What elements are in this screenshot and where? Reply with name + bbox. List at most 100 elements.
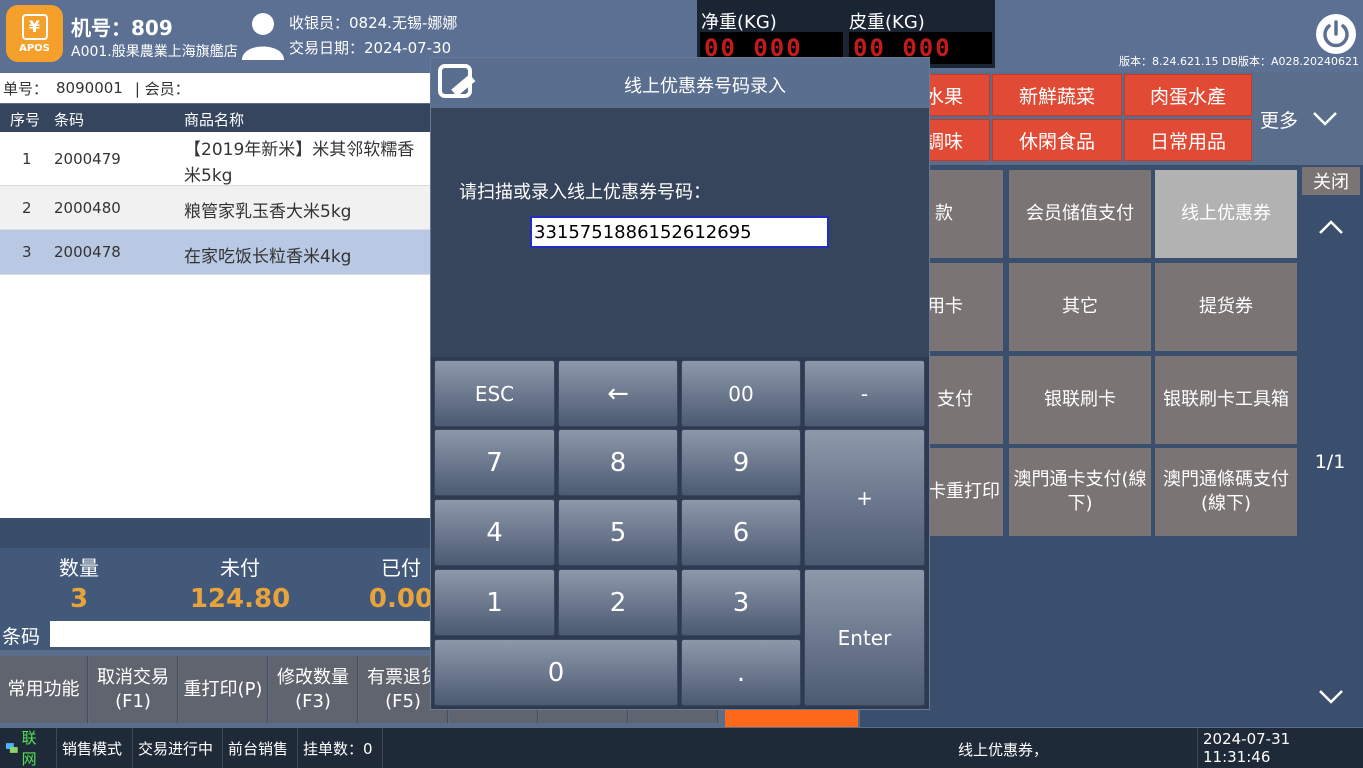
cashier-info: 收银员：0824.无锡-娜娜 — [289, 14, 458, 32]
plus-key[interactable]: + — [804, 429, 925, 566]
payment-label: 会员储值支付 — [1026, 203, 1134, 224]
item-table-header: 序号 条码 商品名称 — [0, 104, 432, 132]
table-row-selected[interactable]: 3 2000478 在家吃饭长粒香米4kg — [0, 230, 432, 275]
decimal-key[interactable]: . — [681, 639, 801, 706]
backspace-key[interactable]: ← — [558, 360, 678, 427]
datetime: 2024-07-31 11:31:46 — [1197, 728, 1363, 768]
category-label: 調味 — [924, 130, 963, 153]
payment-macau-pass-barcode[interactable]: 澳門通條碼支付(線下) — [1155, 448, 1297, 536]
payment-label: 用卡 — [927, 296, 963, 317]
payment-other[interactable]: 其它 — [1009, 263, 1151, 351]
key-6[interactable]: 6 — [681, 499, 801, 566]
category-snacks[interactable]: 休閑食品 — [992, 119, 1122, 161]
barcode-label: 条码 — [2, 626, 41, 648]
fbtn-label: 重打印(P) — [183, 678, 263, 700]
payment-label: 款 — [935, 203, 953, 224]
category-meat-egg[interactable]: 肉蛋水產 — [1124, 74, 1252, 116]
key-4[interactable]: 4 — [434, 499, 555, 566]
table-row[interactable]: 1 2000479 【2019年新米】米其邻软糯香 米5kg — [0, 132, 432, 186]
numeric-keypad: ESC ← 00 - 7 8 9 + 4 5 6 1 2 3 Enter 0 . — [431, 357, 929, 709]
order-info-bar: 单号： 8090001 | 会员： — [0, 73, 432, 103]
payment-unionpay-toolbox[interactable]: 银联刷卡工具箱 — [1155, 356, 1297, 444]
unpaid-label: 未付 — [220, 556, 260, 580]
double-zero-key[interactable]: 00 — [681, 360, 801, 427]
fbtn-key: (F3) — [295, 690, 331, 712]
fbtn-label: 取消交易 — [97, 666, 169, 688]
category-vegetables[interactable]: 新鮮蔬菜 — [992, 74, 1122, 116]
totals-panel: 数量 3 未付 124.80 已付 0.00 — [0, 548, 433, 618]
more-categories-button[interactable]: 更多 — [1260, 106, 1298, 133]
payment-member-stored-value[interactable]: 会员储值支付 — [1009, 170, 1151, 258]
version-info: 版本：8.24.621.15 DB版本：A028.20240621 — [1119, 55, 1359, 68]
close-button[interactable]: 关闭 — [1302, 167, 1360, 195]
status-bar: 联网 销售模式 交易进行中 前台销售 挂单数：0 线上优惠券， 2024-07-… — [0, 728, 1363, 768]
payment-label: 支付 — [937, 389, 973, 410]
dialog-title-bar: 线上优惠券号码录入 — [431, 58, 929, 108]
key-2[interactable]: 2 — [558, 569, 678, 636]
logo-text: APOS — [19, 42, 50, 54]
category-daily[interactable]: 日常用品 — [1124, 119, 1252, 161]
fbtn-label: 修改数量 — [277, 666, 349, 688]
fbtn-label: 常用功能 — [7, 678, 80, 700]
barcode-input[interactable] — [50, 621, 432, 647]
network-icon — [5, 743, 18, 753]
row-barcode: 2000479 — [54, 150, 121, 168]
key-1[interactable]: 1 — [434, 569, 555, 636]
payment-unionpay[interactable]: 银联刷卡 — [1009, 356, 1151, 444]
qty-label: 数量 — [59, 556, 99, 580]
row-name: 粮管家乳玉香大米5kg — [184, 202, 352, 222]
common-functions-button[interactable]: 常用功能 — [0, 656, 88, 723]
pager-column — [1300, 165, 1363, 727]
barcode-row: 条码 — [0, 618, 432, 650]
chevron-down-icon[interactable] — [1318, 688, 1344, 706]
table-row[interactable]: 2 2000480 粮管家乳玉香大米5kg — [0, 186, 432, 230]
payment-macau-pass-card[interactable]: 澳門通卡支付(線下) — [1009, 448, 1151, 536]
chevron-down-icon[interactable] — [1312, 108, 1338, 128]
row-name: 在家吃饭长粒香米4kg — [184, 247, 352, 267]
enter-key[interactable]: Enter — [804, 569, 925, 706]
reprint-button[interactable]: 重打印(P) — [179, 656, 268, 723]
chevron-up-icon[interactable] — [1318, 218, 1344, 236]
payment-online-coupon[interactable]: 线上优惠券 — [1155, 170, 1297, 258]
esc-key[interactable]: ESC — [434, 360, 555, 427]
machine-number: 机号：809 — [71, 16, 173, 40]
key-5[interactable]: 5 — [558, 499, 678, 566]
row-seq: 1 — [22, 150, 32, 168]
power-icon[interactable] — [1316, 14, 1356, 54]
modify-qty-button[interactable]: 修改数量 (F3) — [269, 656, 358, 723]
row-barcode: 2000478 — [54, 243, 121, 261]
network-label: 联网 — [21, 729, 37, 768]
row-name: 【2019年新米】米其邻软糯香 — [184, 140, 415, 160]
status-message: 线上优惠券， — [958, 741, 1049, 759]
key-9[interactable]: 9 — [681, 429, 801, 496]
payment-label: 线上优惠券 — [1181, 203, 1271, 224]
table-footer — [0, 518, 432, 548]
order-no-label: 单号： — [3, 79, 49, 98]
front-sale-status: 前台销售 — [223, 728, 298, 768]
key-7[interactable]: 7 — [434, 429, 555, 496]
key-8[interactable]: 8 — [558, 429, 678, 496]
row-barcode: 2000480 — [54, 199, 121, 217]
tare-weight-label: 皮重(KG) — [849, 12, 925, 33]
user-icon — [242, 13, 284, 60]
coupon-entry-dialog: 线上优惠券号码录入 请扫描或录入线上优惠券号码： ESC ← 00 - 7 8 … — [430, 57, 930, 710]
row-seq: 2 — [22, 199, 32, 217]
key-0[interactable]: 0 — [434, 639, 678, 706]
category-label: 日常用品 — [1149, 130, 1226, 153]
coupon-code-input[interactable] — [530, 216, 829, 248]
category-label: 新鮮蔬菜 — [1018, 85, 1095, 108]
payment-pickup-voucher[interactable]: 提货券 — [1155, 263, 1297, 351]
row-name-line2: 米5kg — [184, 166, 233, 186]
payment-label: 澳門通條碼支付(線下) — [1163, 469, 1289, 514]
key-3[interactable]: 3 — [681, 569, 801, 636]
cancel-transaction-button[interactable]: 取消交易 (F1) — [89, 656, 178, 723]
minus-key[interactable]: - — [804, 360, 925, 427]
fbtn-label: 有票退货 — [367, 666, 439, 688]
apos-logo: ¥ APOS — [6, 5, 63, 62]
qty-value: 3 — [69, 584, 89, 614]
hold-count: 挂单数：0 — [298, 728, 383, 768]
order-no: 8090001 — [56, 79, 123, 97]
transaction-status: 交易进行中 — [133, 728, 223, 768]
category-label: 肉蛋水產 — [1149, 85, 1226, 108]
payment-label: 银联刷卡 — [1044, 389, 1116, 410]
